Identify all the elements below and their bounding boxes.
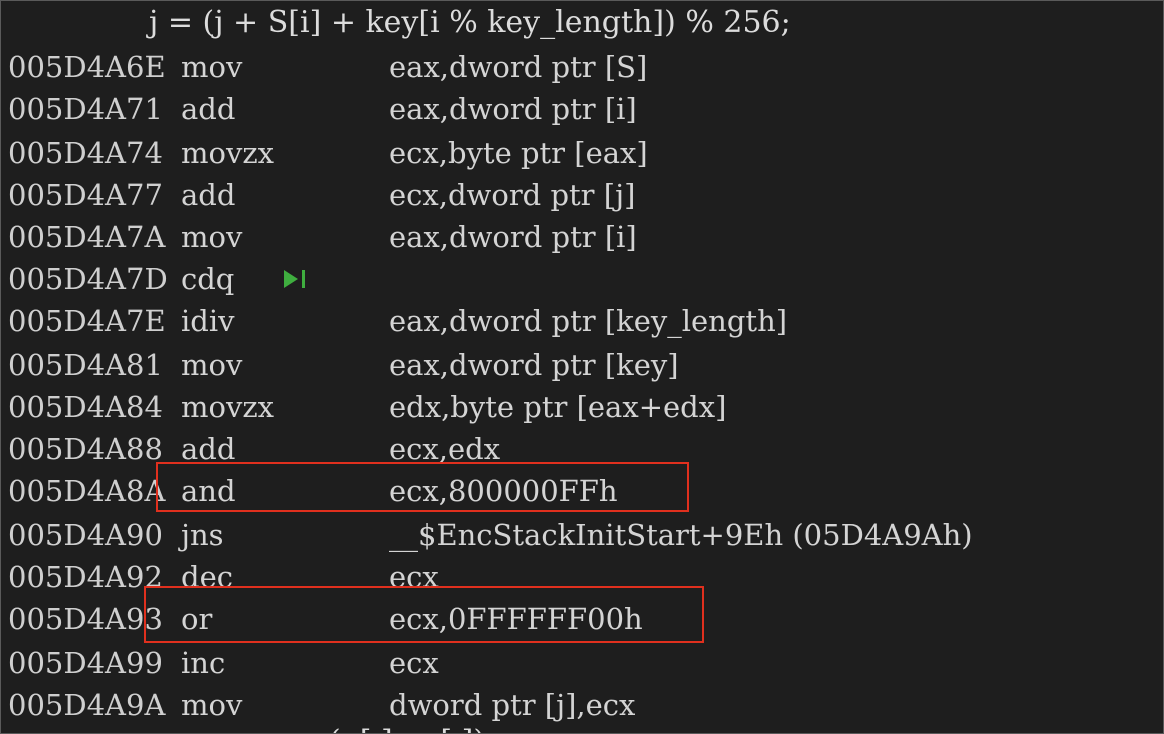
source-line: j = (j + S[i] + key[i % key_length]) % 2… bbox=[149, 5, 791, 40]
instruction-row[interactable]: 005D4A84 movzx edx,byte ptr [eax+edx] bbox=[1, 387, 1161, 427]
instruction-address: 005D4A99 bbox=[8, 646, 163, 680]
instruction-operands: edx,byte ptr [eax+edx] bbox=[389, 390, 727, 424]
instruction-address: 005D4A8A bbox=[8, 474, 166, 508]
instruction-operands: ecx,byte ptr [eax] bbox=[389, 136, 648, 170]
instruction-address: 005D4A90 bbox=[8, 518, 163, 552]
instruction-mnemonic: jns bbox=[181, 518, 224, 552]
instruction-operands: ecx,dword ptr [j] bbox=[389, 178, 636, 212]
instruction-address: 005D4A88 bbox=[8, 432, 163, 466]
instruction-row[interactable]: 005D4A99 inc ecx bbox=[1, 643, 1161, 683]
disassembly-view[interactable]: j = (j + S[i] + key[i % key_length]) % 2… bbox=[0, 0, 1164, 734]
instruction-row[interactable]: 005D4A9A mov dword ptr [j],ecx bbox=[1, 685, 1161, 725]
highlight-box-and bbox=[156, 462, 689, 512]
instruction-row[interactable]: 005D4A77 add ecx,dword ptr [j] bbox=[1, 175, 1161, 215]
instruction-row[interactable]: 005D4A71 add eax,dword ptr [i] bbox=[1, 89, 1161, 129]
next-source-line-partial: ( [ ] [ ]) bbox=[329, 727, 485, 734]
instruction-row[interactable]: 005D4A7D cdq bbox=[1, 259, 1161, 299]
instruction-address: 005D4A6E bbox=[8, 50, 166, 84]
instruction-address: 005D4A7D bbox=[8, 262, 168, 296]
instruction-mnemonic: inc bbox=[181, 646, 226, 680]
instruction-mnemonic: add bbox=[181, 92, 236, 126]
run-to-cursor-icon[interactable] bbox=[283, 269, 309, 289]
instruction-address: 005D4A9A bbox=[8, 688, 166, 722]
instruction-address: 005D4A84 bbox=[8, 390, 163, 424]
instruction-address: 005D4A7A bbox=[8, 220, 166, 254]
instruction-row[interactable]: 005D4A7E idiv eax,dword ptr [key_length] bbox=[1, 301, 1161, 341]
instruction-operands: __$EncStackInitStart+9Eh (05D4A9Ah) bbox=[389, 518, 973, 552]
instruction-row[interactable]: 005D4A90 jns __$EncStackInitStart+9Eh (05D… bbox=[1, 515, 1161, 555]
instruction-address: 005D4A77 bbox=[8, 178, 163, 212]
instruction-row[interactable]: 005D4A74 movzx ecx,byte ptr [eax] bbox=[1, 133, 1161, 173]
instruction-row[interactable]: 005D4A7A mov eax,dword ptr [i] bbox=[1, 217, 1161, 257]
instruction-address: 005D4A93 bbox=[8, 602, 163, 636]
instruction-row[interactable]: 005D4A6E mov eax,dword ptr [S] bbox=[1, 47, 1161, 87]
instruction-mnemonic: add bbox=[181, 178, 236, 212]
instruction-mnemonic: mov bbox=[181, 50, 243, 84]
instruction-row[interactable]: 005D4A81 mov eax,dword ptr [key] bbox=[1, 345, 1161, 385]
instruction-address: 005D4A74 bbox=[8, 136, 163, 170]
instruction-operands: eax,dword ptr [S] bbox=[389, 50, 648, 84]
instruction-mnemonic: movzx bbox=[181, 136, 274, 170]
highlight-box-or bbox=[144, 586, 704, 643]
instruction-operands: eax,dword ptr [i] bbox=[389, 92, 637, 126]
instruction-mnemonic: cdq bbox=[181, 262, 235, 296]
instruction-mnemonic: mov bbox=[181, 348, 243, 382]
instruction-address: 005D4A81 bbox=[8, 348, 163, 382]
instruction-mnemonic: idiv bbox=[181, 304, 235, 338]
instruction-address: 005D4A71 bbox=[8, 92, 163, 126]
instruction-mnemonic: movzx bbox=[181, 390, 274, 424]
instruction-operands: dword ptr [j],ecx bbox=[389, 688, 636, 722]
instruction-operands: eax,dword ptr [key_length] bbox=[389, 304, 788, 338]
instruction-mnemonic: mov bbox=[181, 688, 243, 722]
instruction-operands: eax,dword ptr [i] bbox=[389, 220, 637, 254]
instruction-address: 005D4A92 bbox=[8, 560, 163, 594]
instruction-mnemonic: mov bbox=[181, 220, 243, 254]
instruction-operands: eax,dword ptr [key] bbox=[389, 348, 679, 382]
instruction-address: 005D4A7E bbox=[8, 304, 166, 338]
instruction-operands: ecx bbox=[389, 646, 439, 680]
